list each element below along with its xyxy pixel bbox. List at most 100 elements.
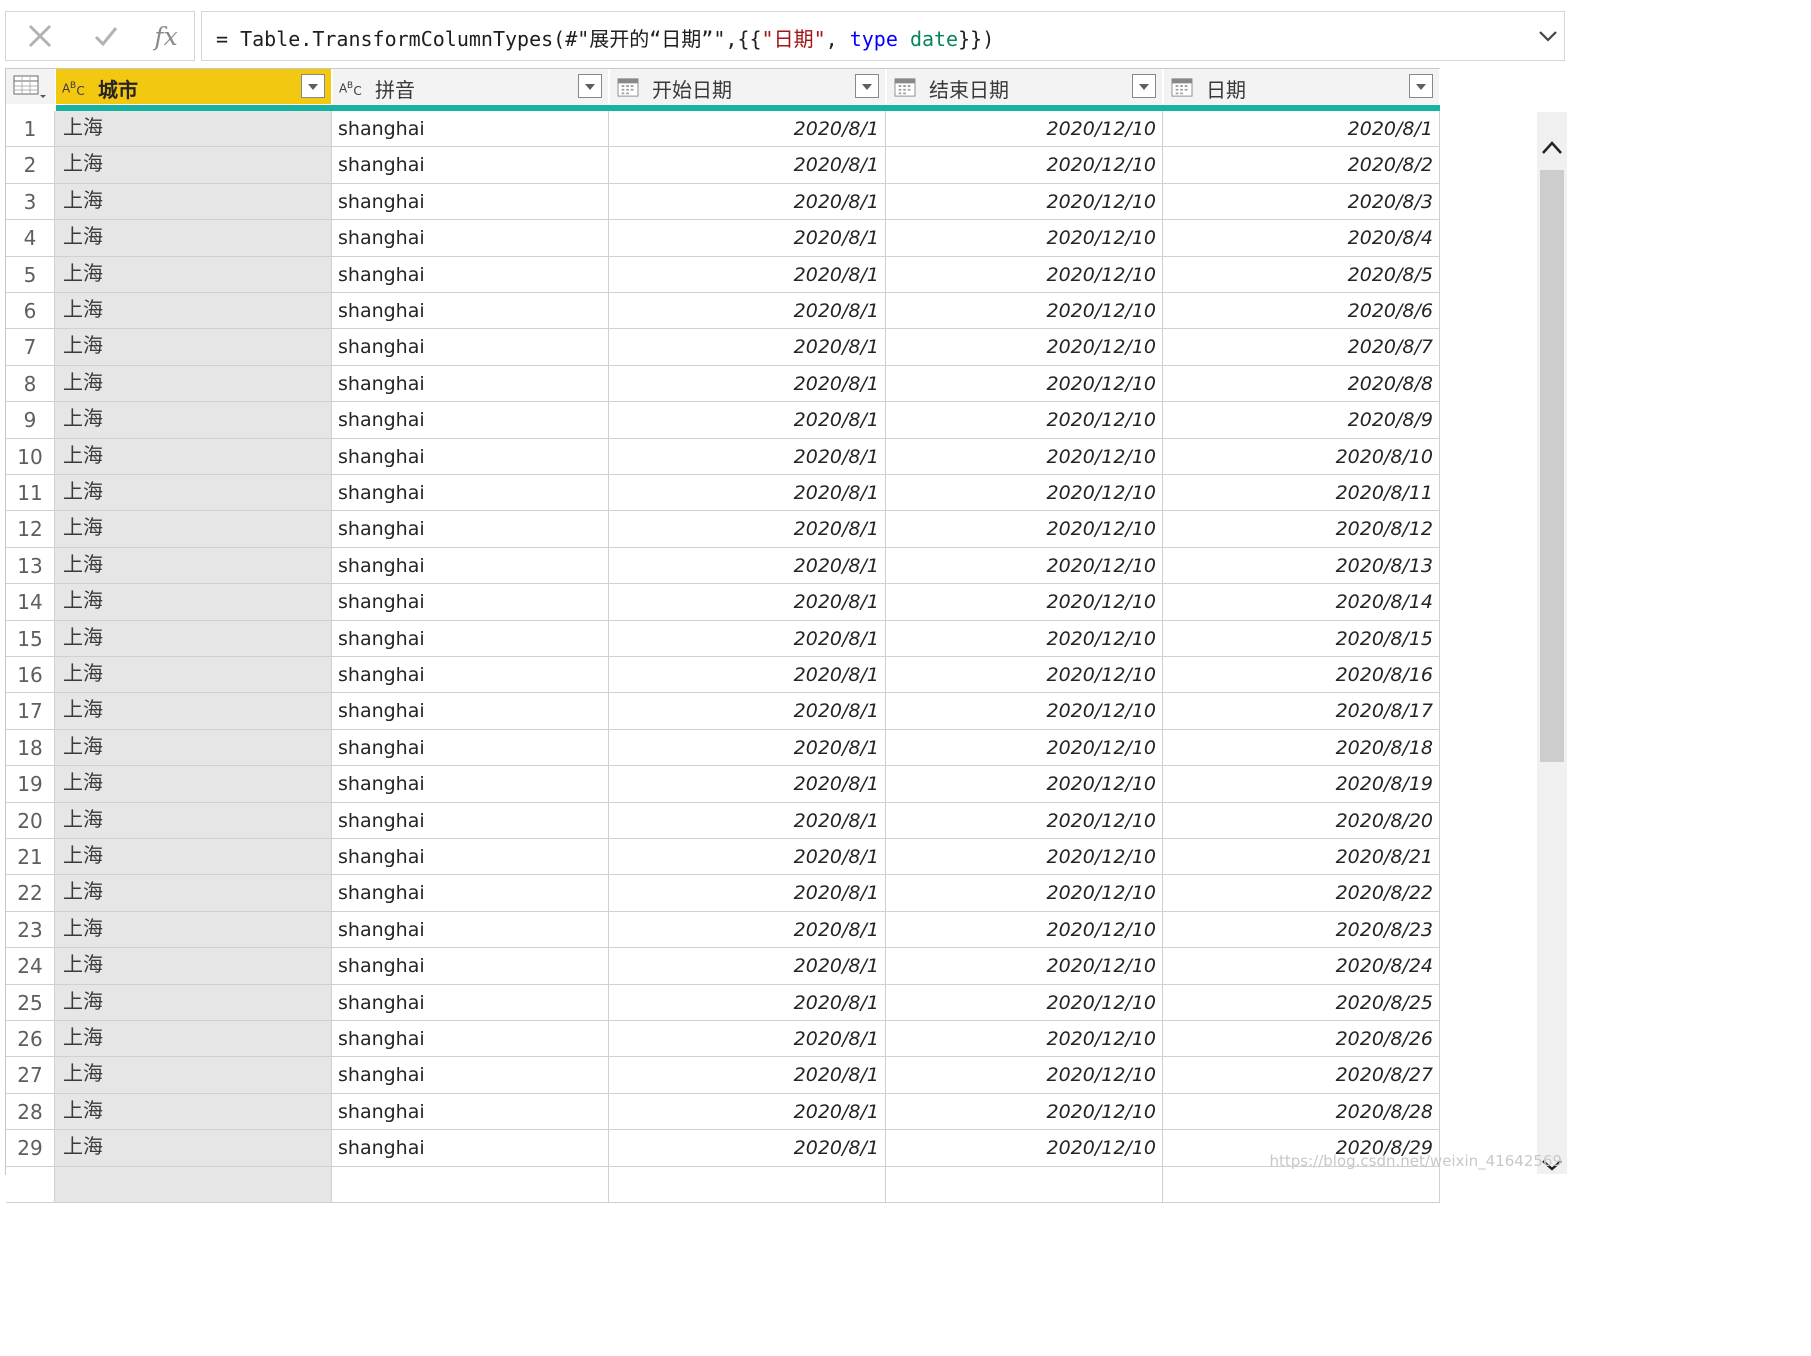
- cell-start-date[interactable]: 2020/8/1: [609, 547, 886, 585]
- formula-text[interactable]: = Table.TransformColumnTypes(#"展开的“日期”",…: [216, 23, 994, 52]
- cell-start-date[interactable]: 2020/8/1: [609, 1093, 886, 1131]
- filter-dropdown-button[interactable]: [1132, 74, 1156, 98]
- cell-pinyin[interactable]: shanghai: [332, 220, 609, 257]
- row-number[interactable]: 6: [6, 293, 55, 330]
- row-number[interactable]: 29: [6, 1130, 55, 1167]
- row-number[interactable]: 16: [6, 657, 55, 694]
- cell-city[interactable]: 上海: [55, 547, 332, 585]
- cell-start-date[interactable]: 2020/8/1: [609, 839, 886, 876]
- cell-city[interactable]: [55, 1166, 332, 1203]
- row-number[interactable]: 20: [6, 802, 55, 839]
- row-number[interactable]: 17: [6, 693, 55, 730]
- filter-dropdown-button[interactable]: [855, 74, 879, 98]
- column-header-5[interactable]: 日期: [1164, 69, 1441, 104]
- column-header-4[interactable]: 结束日期: [887, 69, 1164, 104]
- cell-city[interactable]: 上海: [55, 402, 332, 439]
- cell-date[interactable]: 2020/8/11: [1163, 475, 1440, 512]
- cell-date[interactable]: 2020/8/12: [1163, 511, 1440, 548]
- cell-end-date[interactable]: 2020/12/10: [886, 693, 1163, 730]
- row-number[interactable]: 4: [6, 220, 55, 257]
- cell-pinyin[interactable]: shanghai: [332, 1093, 609, 1131]
- cell-pinyin[interactable]: shanghai: [332, 183, 609, 221]
- cell-end-date[interactable]: 2020/12/10: [886, 438, 1163, 475]
- cell-end-date[interactable]: 2020/12/10: [886, 1021, 1163, 1058]
- cell-end-date[interactable]: 2020/12/10: [886, 293, 1163, 330]
- cell-pinyin[interactable]: shanghai: [332, 729, 609, 767]
- cell-start-date[interactable]: 2020/8/1: [609, 984, 886, 1021]
- row-number[interactable]: 21: [6, 839, 55, 876]
- cell-city[interactable]: 上海: [55, 620, 332, 657]
- row-number[interactable]: 11: [6, 475, 55, 512]
- cell-date[interactable]: 2020/8/2: [1163, 147, 1440, 184]
- cell-pinyin[interactable]: shanghai: [332, 948, 609, 985]
- cell-pinyin[interactable]: shanghai: [332, 875, 609, 912]
- column-header-3[interactable]: 开始日期: [610, 69, 887, 104]
- row-number[interactable]: 24: [6, 948, 55, 985]
- cell-date[interactable]: 2020/8/21: [1163, 839, 1440, 876]
- cell-start-date[interactable]: 2020/8/1: [609, 729, 886, 767]
- cell-city[interactable]: 上海: [55, 293, 332, 330]
- cell-date[interactable]: 2020/8/18: [1163, 729, 1440, 767]
- cell-pinyin[interactable]: shanghai: [332, 911, 609, 949]
- filter-dropdown-button[interactable]: [1409, 74, 1433, 98]
- row-number[interactable]: 27: [6, 1057, 55, 1094]
- cell-pinyin[interactable]: shanghai: [332, 657, 609, 694]
- cell-city[interactable]: 上海: [55, 911, 332, 949]
- cell-pinyin[interactable]: [332, 1166, 609, 1203]
- cell-city[interactable]: 上海: [55, 1130, 332, 1167]
- cell-date[interactable]: 2020/8/5: [1163, 256, 1440, 293]
- cell-end-date[interactable]: 2020/12/10: [886, 1093, 1163, 1131]
- cell-city[interactable]: 上海: [55, 256, 332, 293]
- cell-end-date[interactable]: 2020/12/10: [886, 802, 1163, 839]
- cell-pinyin[interactable]: shanghai: [332, 547, 609, 585]
- cell-start-date[interactable]: 2020/8/1: [609, 183, 886, 221]
- cell-end-date[interactable]: 2020/12/10: [886, 547, 1163, 585]
- row-number[interactable]: 18: [6, 729, 55, 767]
- text-type-icon[interactable]: ABC: [62, 77, 86, 97]
- cell-start-date[interactable]: 2020/8/1: [609, 147, 886, 184]
- chevron-down-icon[interactable]: [1538, 26, 1558, 46]
- cell-pinyin[interactable]: shanghai: [332, 329, 609, 366]
- row-number[interactable]: 15: [6, 620, 55, 657]
- cell-city[interactable]: 上海: [55, 693, 332, 730]
- cell-city[interactable]: 上海: [55, 802, 332, 839]
- row-number[interactable]: 2: [6, 147, 55, 184]
- filter-dropdown-button[interactable]: [578, 74, 602, 98]
- row-number[interactable]: 1: [6, 111, 55, 148]
- cell-pinyin[interactable]: shanghai: [332, 802, 609, 839]
- cell-start-date[interactable]: 2020/8/1: [609, 111, 886, 148]
- row-number[interactable]: 14: [6, 584, 55, 621]
- cell-end-date[interactable]: 2020/12/10: [886, 111, 1163, 148]
- cell-end-date[interactable]: 2020/12/10: [886, 948, 1163, 985]
- row-number[interactable]: 23: [6, 911, 55, 949]
- fx-icon[interactable]: fx: [146, 18, 186, 54]
- column-header-2[interactable]: A B C 拼音: [333, 69, 610, 104]
- row-number[interactable]: 3: [6, 183, 55, 221]
- cell-date[interactable]: 2020/8/28: [1163, 1093, 1440, 1131]
- cell-pinyin[interactable]: shanghai: [332, 511, 609, 548]
- calendar-icon[interactable]: [616, 77, 640, 97]
- scrollbar-thumb[interactable]: [1540, 170, 1564, 762]
- cell-end-date[interactable]: 2020/12/10: [886, 402, 1163, 439]
- cell-date[interactable]: 2020/8/20: [1163, 802, 1440, 839]
- cell-start-date[interactable]: 2020/8/1: [609, 293, 886, 330]
- cell-date[interactable]: 2020/8/6: [1163, 293, 1440, 330]
- cell-pinyin[interactable]: shanghai: [332, 839, 609, 876]
- text-type-icon[interactable]: ABC: [339, 77, 363, 97]
- cell-pinyin[interactable]: shanghai: [332, 984, 609, 1021]
- cell-pinyin[interactable]: shanghai: [332, 584, 609, 621]
- cell-start-date[interactable]: 2020/8/1: [609, 802, 886, 839]
- row-number[interactable]: 13: [6, 547, 55, 585]
- cell-city[interactable]: 上海: [55, 1057, 332, 1094]
- cell-start-date[interactable]: 2020/8/1: [609, 693, 886, 730]
- cell-pinyin[interactable]: shanghai: [332, 620, 609, 657]
- cell-city[interactable]: 上海: [55, 329, 332, 366]
- cell-end-date[interactable]: 2020/12/10: [886, 329, 1163, 366]
- cell-end-date[interactable]: 2020/12/10: [886, 147, 1163, 184]
- cell-date[interactable]: 2020/8/16: [1163, 657, 1440, 694]
- cell-end-date[interactable]: 2020/12/10: [886, 984, 1163, 1021]
- cell-city[interactable]: 上海: [55, 948, 332, 985]
- cell-city[interactable]: 上海: [55, 875, 332, 912]
- vertical-scrollbar[interactable]: [1537, 112, 1567, 1174]
- cell-end-date[interactable]: 2020/12/10: [886, 620, 1163, 657]
